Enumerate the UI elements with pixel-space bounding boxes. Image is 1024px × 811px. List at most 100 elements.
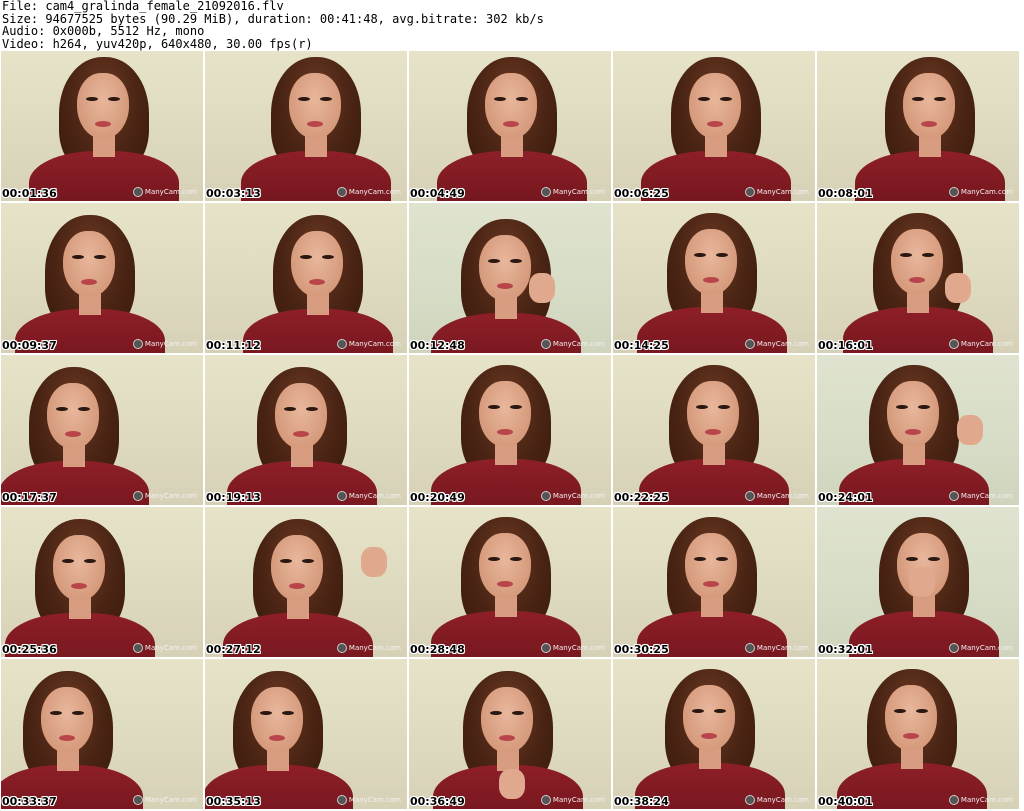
timestamp-label: 00:20:49: [410, 491, 465, 504]
face-shape: [689, 73, 741, 139]
timestamp-label: 00:12:48: [410, 339, 465, 352]
video-thumbnail: ManyCam.com 00:33:37: [1, 659, 203, 809]
eye-shape: [694, 557, 706, 561]
video-thumbnail: ManyCam.com 00:32:01: [817, 507, 1019, 657]
manycam-logo-icon: [132, 339, 143, 349]
timestamp-label: 00:09:37: [2, 339, 57, 352]
watermark-text: ManyCam.com: [552, 492, 605, 500]
eye-shape: [108, 97, 120, 101]
timestamp-label: 00:06:25: [614, 187, 669, 200]
face-shape: [683, 685, 735, 751]
lips-shape: [309, 279, 325, 285]
timestamp-label: 00:19:13: [206, 491, 261, 504]
face-shape: [891, 229, 943, 295]
lips-shape: [269, 735, 285, 741]
timestamp-label: 00:17:37: [2, 491, 57, 504]
eye-shape: [488, 405, 500, 409]
manycam-watermark: ManyCam.com: [744, 339, 809, 349]
eye-shape: [488, 557, 500, 561]
timestamp-label: 00:28:48: [410, 643, 465, 656]
eye-shape: [494, 97, 506, 101]
manycam-watermark: ManyCam.com: [948, 795, 1013, 805]
eye-shape: [692, 709, 704, 713]
watermark-text: ManyCam.com: [756, 796, 809, 804]
watermark-text: ManyCam.com: [348, 340, 401, 348]
manycam-logo-icon: [948, 339, 959, 349]
hand-shape: [529, 273, 555, 303]
manycam-watermark: ManyCam.com: [132, 643, 197, 653]
watermark-text: ManyCam.com: [552, 644, 605, 652]
lips-shape: [703, 581, 719, 587]
watermark-text: ManyCam.com: [960, 644, 1013, 652]
manycam-watermark: ManyCam.com: [540, 795, 605, 805]
video-thumbnail: ManyCam.com 00:30:25: [613, 507, 815, 657]
face-shape: [903, 73, 955, 139]
eye-shape: [320, 97, 332, 101]
manycam-logo-icon: [336, 491, 347, 501]
lips-shape: [307, 121, 323, 127]
face-shape: [289, 73, 341, 139]
watermark-text: ManyCam.com: [960, 340, 1013, 348]
hand-shape: [361, 547, 387, 577]
timestamp-label: 00:16:01: [818, 339, 873, 352]
manycam-logo-icon: [744, 643, 755, 653]
lips-shape: [289, 583, 305, 589]
watermark-text: ManyCam.com: [756, 492, 809, 500]
timestamp-label: 00:30:25: [614, 643, 669, 656]
lips-shape: [65, 431, 81, 437]
face-shape: [47, 383, 99, 449]
eye-shape: [62, 559, 74, 563]
face-shape: [887, 381, 939, 447]
lips-shape: [497, 581, 513, 587]
eye-shape: [510, 405, 522, 409]
timestamp-label: 00:35:13: [206, 795, 261, 808]
hand-shape: [945, 273, 971, 303]
manycam-watermark: ManyCam.com: [744, 795, 809, 805]
manycam-watermark: ManyCam.com: [336, 339, 401, 349]
face-shape: [41, 687, 93, 753]
face-shape: [685, 533, 737, 599]
eye-shape: [260, 711, 272, 715]
eye-shape: [694, 253, 706, 257]
eye-shape: [928, 557, 940, 561]
video-thumbnail: ManyCam.com 00:17:37: [1, 355, 203, 505]
lips-shape: [95, 121, 111, 127]
timestamp-label: 00:33:37: [2, 795, 57, 808]
face-shape: [271, 535, 323, 601]
eye-shape: [696, 405, 708, 409]
video-thumbnail: ManyCam.com 00:36:49: [409, 659, 611, 809]
watermark-text: ManyCam.com: [348, 492, 401, 500]
eye-shape: [714, 709, 726, 713]
face-shape: [63, 231, 115, 297]
eye-shape: [916, 709, 928, 713]
video-thumbnail: ManyCam.com 00:38:24: [613, 659, 815, 809]
lips-shape: [705, 429, 721, 435]
watermark-text: ManyCam.com: [756, 188, 809, 196]
video-thumbnail: ManyCam.com 00:28:48: [409, 507, 611, 657]
hand-shape: [499, 769, 525, 799]
watermark-text: ManyCam.com: [756, 340, 809, 348]
video-thumbnail: ManyCam.com 00:04:49: [409, 51, 611, 201]
eye-shape: [716, 557, 728, 561]
video-thumbnail: ManyCam.com 00:06:25: [613, 51, 815, 201]
eye-shape: [906, 557, 918, 561]
manycam-watermark: ManyCam.com: [744, 643, 809, 653]
manycam-logo-icon: [540, 339, 551, 349]
face-shape: [687, 381, 739, 447]
video-thumbnail: ManyCam.com 00:01:36: [1, 51, 203, 201]
video-thumbnail: ManyCam.com 00:24:01: [817, 355, 1019, 505]
watermark-text: ManyCam.com: [960, 796, 1013, 804]
watermark-text: ManyCam.com: [348, 644, 401, 652]
lips-shape: [81, 279, 97, 285]
manycam-watermark: ManyCam.com: [336, 187, 401, 197]
manycam-logo-icon: [948, 795, 959, 805]
eye-shape: [282, 711, 294, 715]
manycam-logo-icon: [744, 187, 755, 197]
timestamp-label: 00:36:49: [410, 795, 465, 808]
manycam-logo-icon: [132, 795, 143, 805]
eye-shape: [934, 97, 946, 101]
watermark-text: ManyCam.com: [960, 492, 1013, 500]
manycam-watermark: ManyCam.com: [132, 339, 197, 349]
face-shape: [77, 73, 129, 139]
face-shape: [275, 383, 327, 449]
